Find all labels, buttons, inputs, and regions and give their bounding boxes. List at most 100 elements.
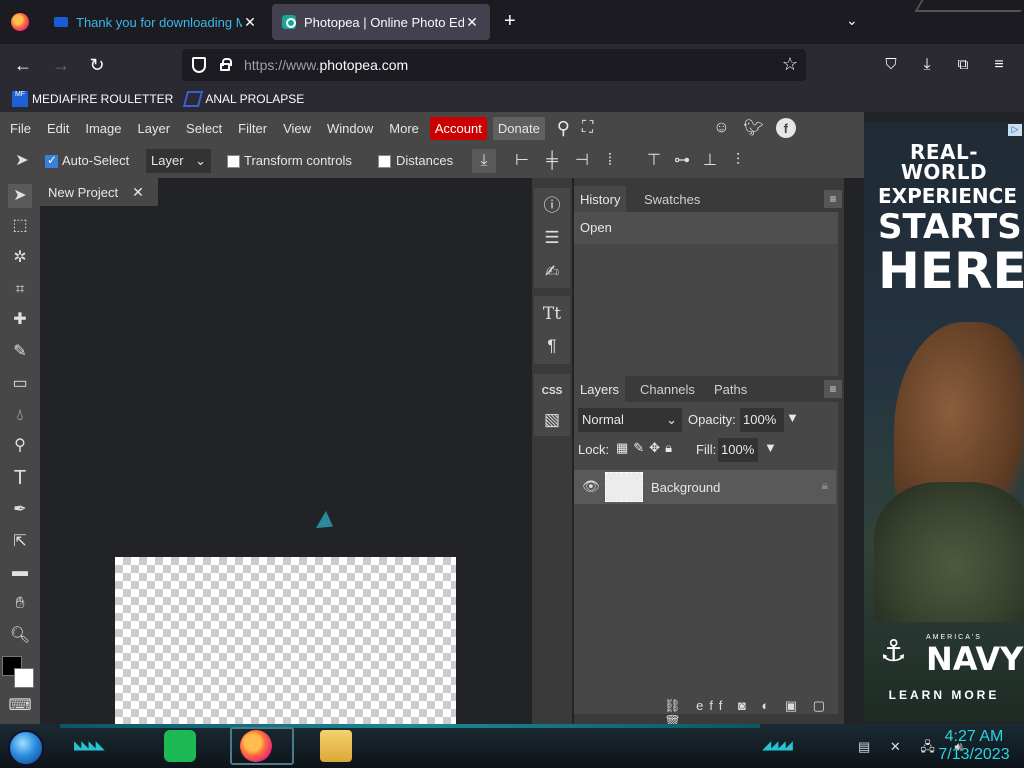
download-icon[interactable]: ⤓ [472, 149, 496, 173]
align-left-icon[interactable]: ⊢ [510, 149, 534, 173]
adjustments-icon[interactable]: ☰ [540, 226, 564, 250]
forward-arrow-icon[interactable]: → [50, 54, 72, 76]
ad-learn-more[interactable]: LEARN MORE [878, 688, 1010, 702]
close-document-icon[interactable]: ✕ [132, 184, 144, 201]
lock-options-icons[interactable]: ▦✎✥🔒︎ [616, 440, 677, 456]
healing-brush-icon[interactable]: ✚ [8, 308, 32, 332]
eye-visibility-icon[interactable]: 👁︎ [582, 478, 600, 495]
clock[interactable]: 4:27 AM 7/13/2023 [936, 728, 1012, 764]
spotify-taskbar-icon[interactable] [164, 730, 196, 762]
back-arrow-icon[interactable]: ← [12, 54, 34, 76]
transform-controls-checkbox[interactable] [227, 155, 240, 168]
start-button[interactable] [8, 730, 44, 766]
extensions-icon[interactable]: ⧉ [952, 54, 974, 76]
panel-menu-icon[interactable]: ≡ [824, 380, 842, 398]
close-tab-icon[interactable]: ✕ [464, 14, 480, 31]
layer-lock-icon[interactable]: 🔒︎ [822, 478, 828, 493]
layer-row[interactable]: 👁︎ Background 🔒︎ [574, 470, 836, 504]
history-item[interactable]: Open [574, 212, 838, 244]
adchoices-icon[interactable]: ▷ [1008, 124, 1022, 136]
align-center-icon[interactable]: ╪ [540, 149, 564, 173]
distribute-horizontal-icon[interactable]: ⦙ [598, 149, 622, 173]
background-color-swatch[interactable] [14, 668, 34, 688]
brush-settings-icon[interactable]: ✍︎ [540, 260, 564, 284]
menu-select[interactable]: Select [178, 121, 230, 136]
bookmark-second[interactable]: ANAL PROLAPSE [183, 91, 304, 107]
url-bar[interactable]: https://www.photopea.com ☆ [182, 49, 806, 81]
move-tool-icon[interactable]: ➤ [10, 149, 34, 173]
magic-wand-icon[interactable]: ✲ [8, 246, 32, 270]
image-icon[interactable]: ▧ [540, 408, 564, 432]
menu-file[interactable]: File [2, 121, 39, 136]
menu-view[interactable]: View [275, 121, 319, 136]
distances-checkbox[interactable] [378, 155, 391, 168]
tab-history[interactable]: History [574, 186, 627, 212]
paragraph-icon[interactable]: ¶ [540, 334, 564, 358]
fullscreen-icon[interactable]: ⛶ [582, 119, 593, 137]
canvas-document[interactable] [115, 557, 456, 727]
reload-icon[interactable]: ↻ [86, 54, 108, 76]
document-tab[interactable]: New Project ✕ [40, 178, 158, 206]
fill-dropdown-arrow-icon[interactable]: ▼ [764, 440, 777, 455]
panel-menu-icon[interactable]: ≡ [824, 190, 842, 208]
tab-channels[interactable]: Channels [634, 376, 701, 402]
auto-select-target-dropdown[interactable]: Layer ⌄ [146, 149, 211, 173]
type-tool-icon[interactable]: T [8, 466, 32, 490]
rectangle-tool-icon[interactable]: ▬ [8, 560, 32, 584]
url-text[interactable]: https://www.photopea.com [244, 57, 408, 73]
align-bottom-icon[interactable]: ⊥ [698, 149, 722, 173]
fill-field[interactable]: 100% [718, 438, 758, 462]
bookmark-star-icon[interactable]: ☆ [782, 54, 798, 75]
brush-tool-icon[interactable]: ✎ [8, 340, 32, 364]
menu-layer[interactable]: Layer [130, 121, 179, 136]
menu-image[interactable]: Image [77, 121, 129, 136]
distribute-vertical-icon[interactable]: ⫶ [726, 149, 750, 173]
pen-tool-icon[interactable]: ✒ [8, 498, 32, 522]
zoom-tool-icon[interactable]: 🔍︎ [8, 624, 32, 648]
firefox-menu-icon[interactable] [11, 13, 29, 31]
marquee-tool-icon[interactable]: ⬚ [8, 214, 32, 238]
reddit-icon[interactable]: ☺ [713, 119, 729, 137]
menu-filter[interactable]: Filter [230, 121, 275, 136]
twitter-icon[interactable]: 🐦︎ [744, 118, 764, 138]
file-explorer-taskbar-icon[interactable] [320, 730, 352, 762]
tracking-shield-icon[interactable] [192, 57, 206, 73]
donate-button[interactable]: Donate [492, 116, 545, 140]
close-tab-icon[interactable]: ✕ [242, 14, 258, 31]
menu-edit[interactable]: Edit [39, 121, 77, 136]
lock-icon[interactable] [220, 58, 232, 71]
tab-swatches[interactable]: Swatches [638, 186, 706, 212]
account-button[interactable]: Account [429, 116, 487, 140]
pocket-icon[interactable]: ⛉ [880, 54, 902, 76]
navy-advertisement[interactable]: ▷ REAL-WORLD EXPERIENCE STARTS HERE ⚓︎ A… [864, 122, 1024, 722]
align-top-icon[interactable]: ⊤ [642, 149, 666, 173]
bookmark-mediafire[interactable]: MF MEDIAFIRE ROULETTER [12, 91, 173, 107]
crop-tool-icon[interactable]: ⌗ [8, 278, 32, 302]
info-icon[interactable]: ⓘ [540, 194, 564, 218]
opacity-field[interactable]: 100% [740, 408, 784, 432]
hamburger-menu-icon[interactable]: ≡ [988, 54, 1010, 76]
opacity-dropdown-arrow-icon[interactable]: ▼ [786, 410, 799, 425]
blend-mode-dropdown[interactable]: Normal ⌄ [578, 408, 682, 432]
new-tab-icon[interactable]: + [504, 10, 516, 33]
auto-select-checkbox[interactable] [45, 153, 58, 168]
css-icon[interactable]: CSS [540, 380, 564, 404]
move-tool-icon[interactable]: ➤ [8, 184, 32, 208]
menu-more[interactable]: More [381, 121, 427, 136]
menu-window[interactable]: Window [319, 121, 381, 136]
tab-photopea[interactable]: Photopea | Online Photo Editor ✕ [272, 4, 490, 40]
tab-layers[interactable]: Layers [574, 376, 626, 402]
blur-tool-icon[interactable]: 💧︎ [8, 404, 32, 428]
facebook-icon[interactable]: f [775, 118, 796, 138]
search-icon[interactable]: ⚲ [557, 118, 570, 139]
downloads-icon[interactable]: ⤓ [916, 54, 938, 76]
keyboard-icon[interactable]: ⌨ [8, 694, 32, 718]
tab-paths[interactable]: Paths [708, 376, 753, 402]
align-right-icon[interactable]: ⊣ [570, 149, 594, 173]
hand-tool-icon[interactable]: ✋︎ [8, 592, 32, 616]
tab-mediafire[interactable]: Thank you for downloading M ✕ [44, 4, 268, 40]
dodge-tool-icon[interactable]: ⚲ [8, 434, 32, 458]
path-select-icon[interactable]: ⇱ [8, 530, 32, 554]
character-icon[interactable]: Tt [540, 302, 564, 326]
list-tabs-chevron-icon[interactable]: ⌄ [846, 12, 858, 29]
